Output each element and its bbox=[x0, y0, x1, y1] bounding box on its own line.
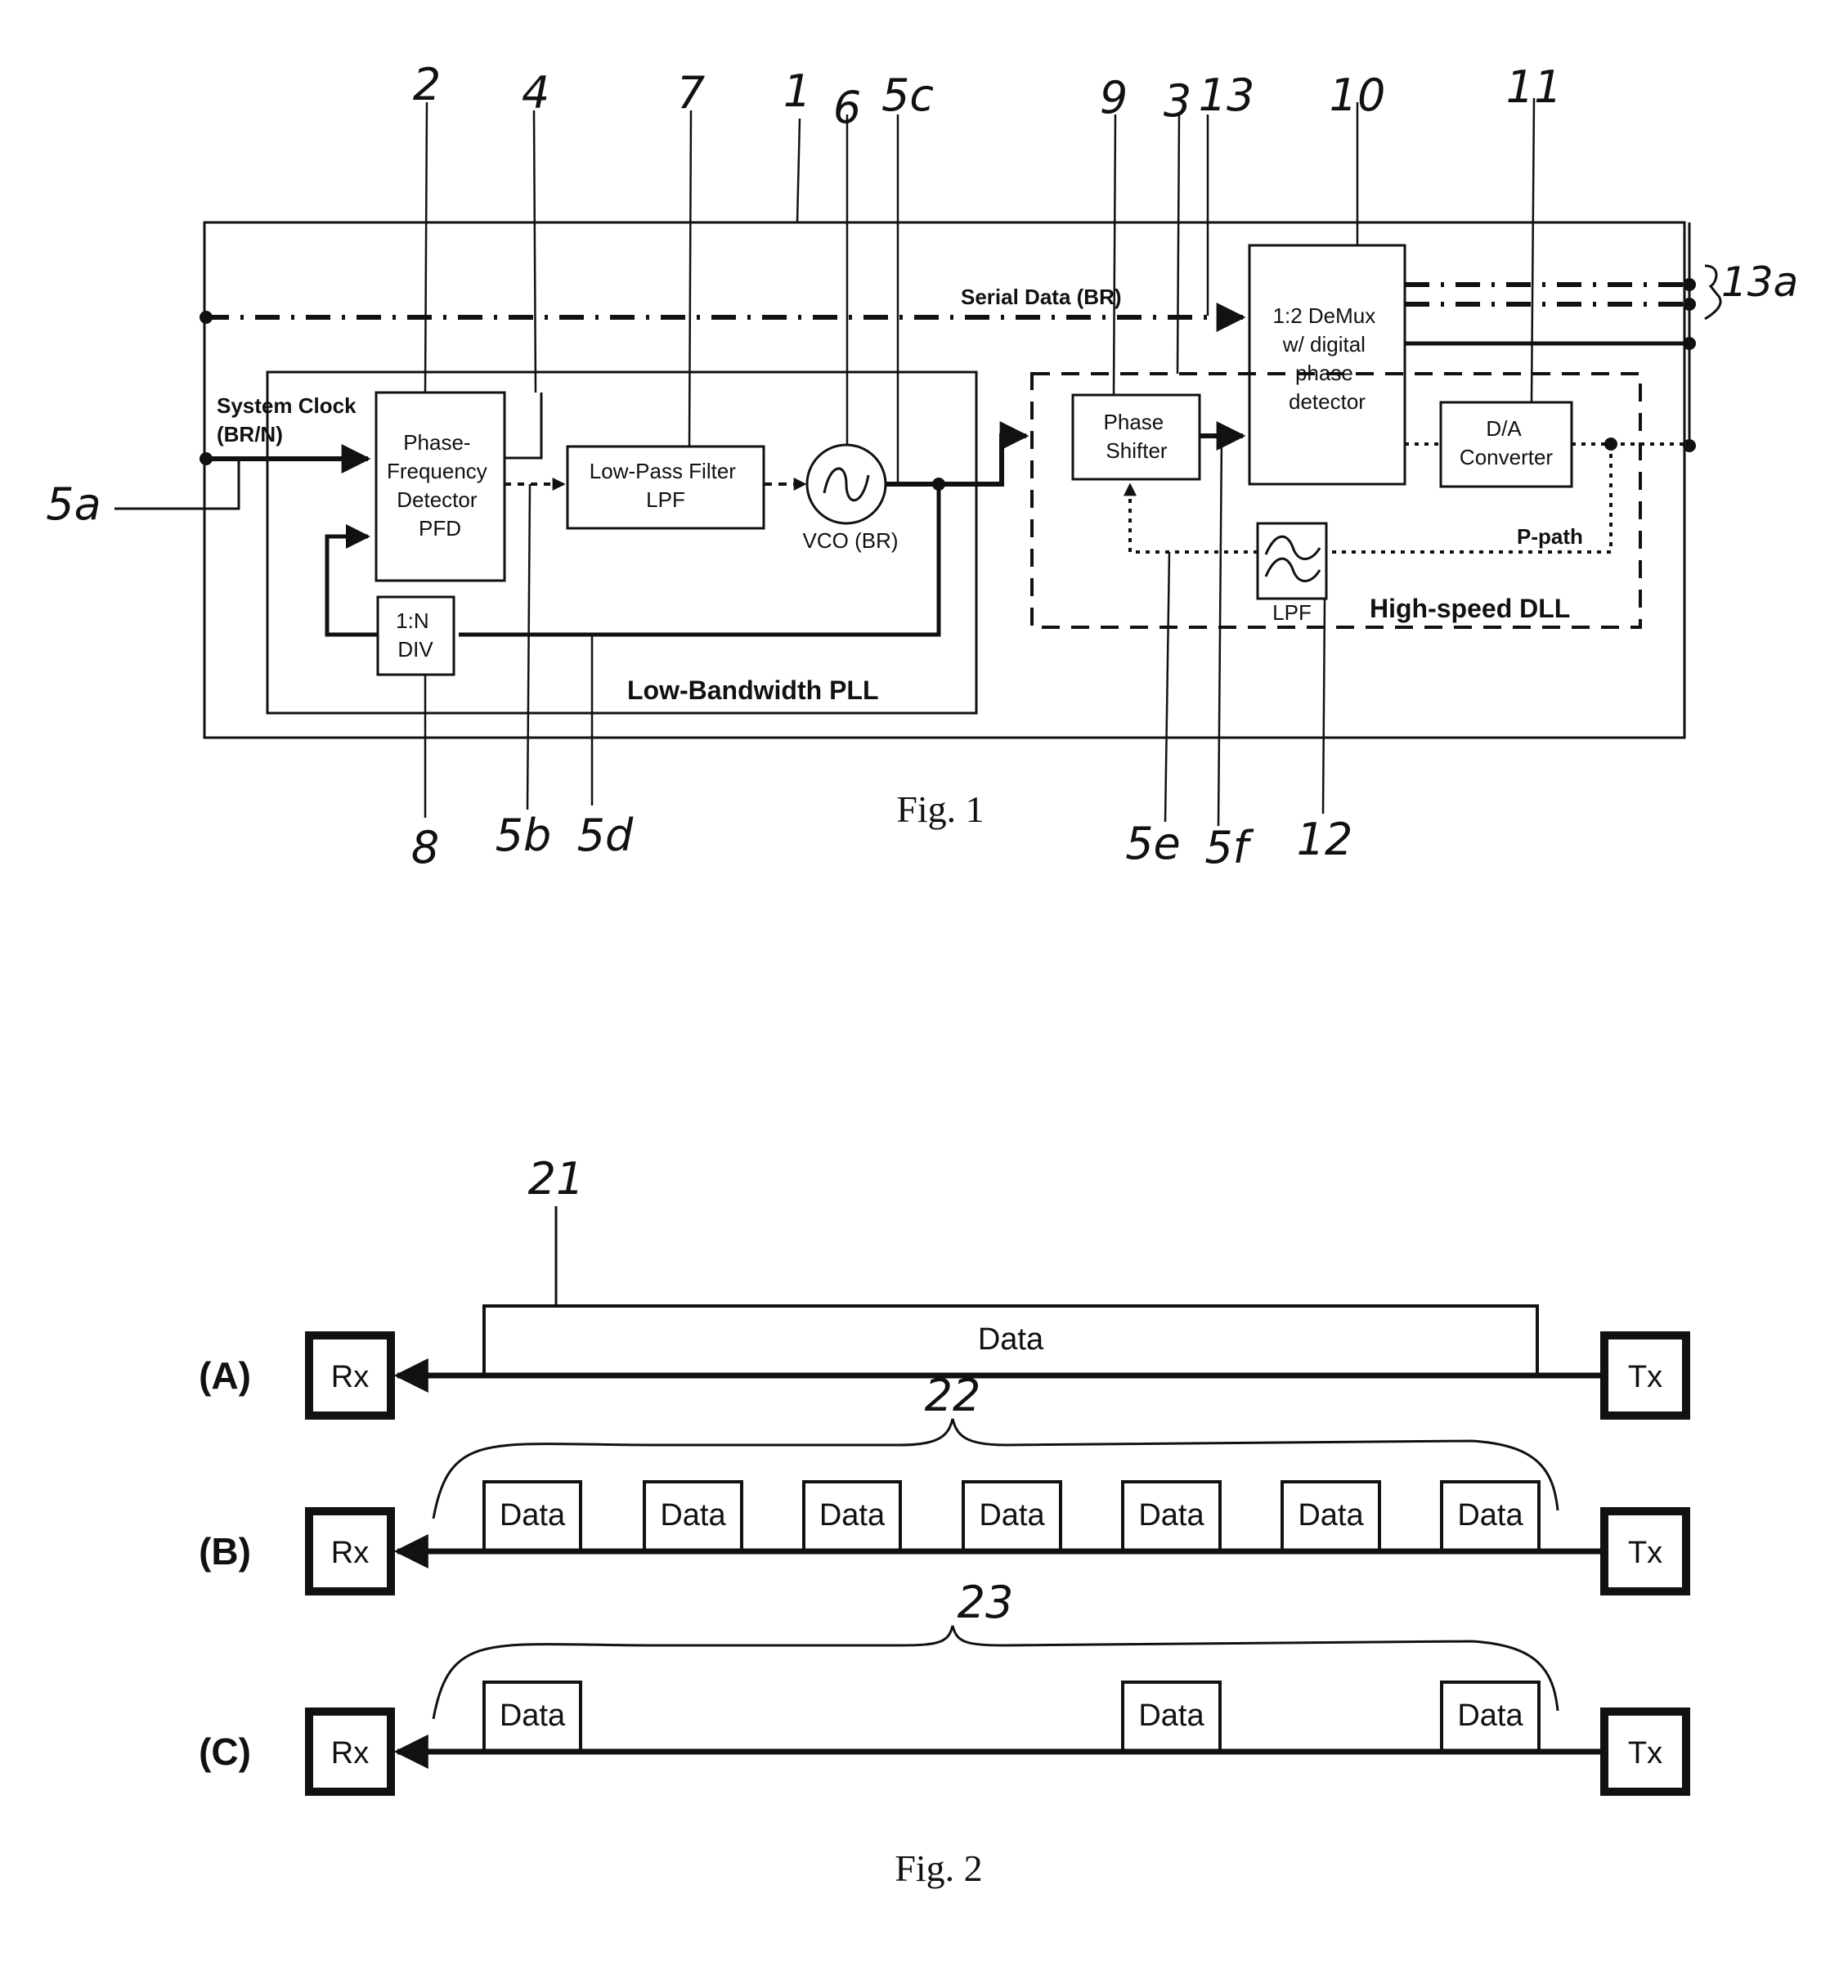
ref-numeral: 22 bbox=[925, 1370, 981, 1421]
sine-wave-icon bbox=[823, 467, 870, 502]
tx-label: Tx bbox=[1628, 1736, 1662, 1770]
brace bbox=[432, 1625, 1559, 1720]
data-packet-label: Data bbox=[660, 1498, 726, 1533]
pfd-label: Phase- Frequency Detector PFD bbox=[387, 430, 493, 541]
svg-text:7: 7 bbox=[677, 67, 705, 119]
phase-shifter-label: Phase Shifter bbox=[1104, 410, 1170, 463]
tx-label: Tx bbox=[1628, 1536, 1662, 1570]
figure-2-caption: Fig. 2 bbox=[895, 1847, 982, 1889]
data-packet-label: Data bbox=[819, 1498, 886, 1533]
data-packet-label: Data bbox=[1138, 1699, 1204, 1733]
svg-text:12: 12 bbox=[1297, 814, 1353, 865]
data-packet-label: Data bbox=[500, 1699, 566, 1733]
svg-text:8: 8 bbox=[411, 822, 439, 873]
row-label: (B) bbox=[199, 1530, 251, 1573]
data-packet-label: Data bbox=[500, 1498, 566, 1533]
row-label: (C) bbox=[199, 1730, 251, 1773]
figure-2: (A) Rx Tx Data 21 (B) Rx Tx Data Data Data Data Data… bbox=[199, 1153, 1690, 1796]
pll-region-label: Low-Bandwidth PLL bbox=[627, 675, 879, 705]
svg-text:5b: 5b bbox=[496, 810, 552, 861]
figure-1: Serial Data (BR) System Clock (BR/N) Pha… bbox=[46, 59, 1798, 873]
rx-label: Rx bbox=[331, 1360, 369, 1394]
rx-label: Rx bbox=[331, 1736, 369, 1770]
data-packet-label: Data bbox=[1298, 1498, 1364, 1533]
svg-text:5f: 5f bbox=[1204, 822, 1254, 873]
svg-text:5a: 5a bbox=[46, 478, 101, 530]
svg-text:4: 4 bbox=[522, 67, 549, 119]
ref-numeral: 21 bbox=[528, 1153, 585, 1205]
svg-text:10: 10 bbox=[1330, 70, 1386, 121]
svg-text:13a: 13a bbox=[1721, 258, 1798, 306]
svg-text:6: 6 bbox=[833, 82, 861, 133]
dll-region-label: High-speed DLL bbox=[1370, 594, 1570, 623]
rx-label: Rx bbox=[331, 1536, 369, 1570]
junction-dot bbox=[200, 311, 213, 324]
vco-label: VCO (BR) bbox=[803, 528, 899, 553]
data-packet-label: Data bbox=[1457, 1498, 1523, 1533]
svg-text:9: 9 bbox=[1100, 72, 1128, 123]
div-label: 1:N DIV bbox=[396, 608, 435, 662]
data-packet-label: Data bbox=[1138, 1498, 1204, 1533]
serial-data-label: Serial Data (BR) bbox=[961, 285, 1122, 309]
phase-shifter-block bbox=[1071, 393, 1201, 481]
data-packet-label: Data bbox=[978, 1322, 1044, 1357]
p-path-label: P-path bbox=[1517, 524, 1583, 549]
system-clock-label: System Clock bbox=[217, 393, 357, 418]
svg-text:5d: 5d bbox=[577, 810, 634, 861]
figure-1-caption: Fig. 1 bbox=[896, 788, 984, 830]
svg-text:11: 11 bbox=[1506, 61, 1563, 113]
svg-text:13: 13 bbox=[1199, 70, 1255, 121]
dll-lpf-label: LPF bbox=[1272, 600, 1312, 625]
tx-label: Tx bbox=[1628, 1360, 1662, 1394]
lpf-label: Low-Pass Filter LPF bbox=[590, 459, 742, 512]
patent-drawing-sheet: Serial Data (BR) System Clock (BR/N) Pha… bbox=[46, 59, 1798, 1889]
dac-label: D/A Converter bbox=[1460, 416, 1553, 469]
pfd-block bbox=[375, 391, 506, 582]
row-label: (A) bbox=[199, 1354, 251, 1397]
data-packet-label: Data bbox=[979, 1498, 1045, 1533]
svg-text:5e: 5e bbox=[1125, 818, 1181, 869]
svg-text:1: 1 bbox=[783, 65, 811, 117]
dll-lpf-block bbox=[1256, 522, 1328, 600]
svg-text:3: 3 bbox=[1164, 75, 1191, 127]
filter-icon bbox=[1264, 535, 1321, 582]
data-packet-label: Data bbox=[1457, 1699, 1523, 1733]
svg-text:5c: 5c bbox=[881, 70, 934, 121]
svg-text:2: 2 bbox=[413, 59, 441, 110]
ref-numeral: 23 bbox=[958, 1577, 1014, 1628]
system-clock-label-2: (BR/N) bbox=[217, 422, 283, 447]
demux-label: 1:2 DeMux w/ digital phase detector bbox=[1273, 303, 1382, 414]
